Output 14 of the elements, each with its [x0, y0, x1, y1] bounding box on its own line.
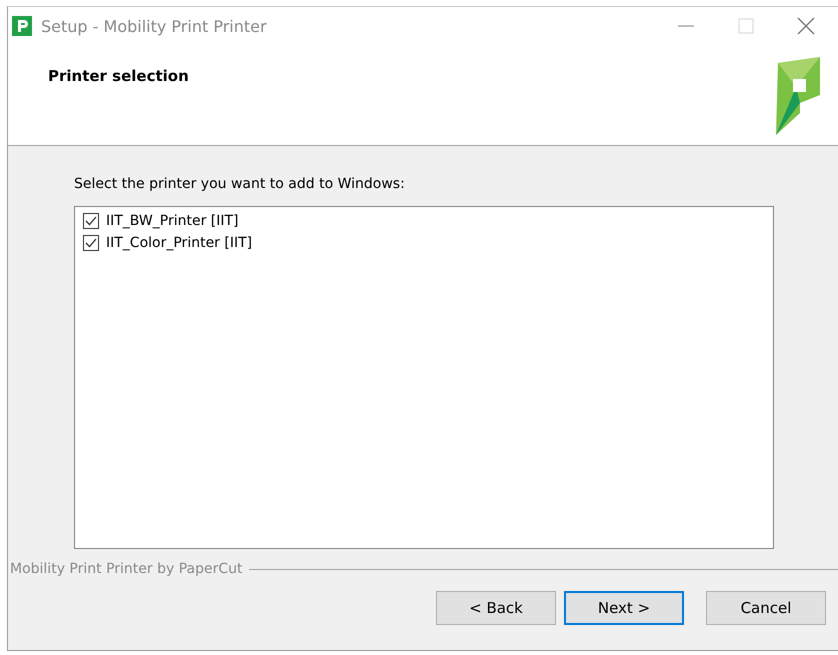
window-title: Setup - Mobility Print Printer — [41, 16, 268, 36]
branding-caption: Mobility Print Printer by PaperCut — [10, 561, 243, 577]
instruction-text: Select the printer you want to add to Windows: — [74, 176, 406, 192]
checkbox[interactable] — [83, 235, 99, 251]
dialog-button[interactable]: < Back — [436, 591, 556, 625]
printer-label[interactable]: IIT_BW_Printer [IIT] — [106, 213, 239, 229]
logo-icon — [774, 57, 820, 135]
close-icon[interactable] — [796, 16, 816, 36]
app-icon — [12, 16, 32, 36]
printer-label[interactable]: IIT_Color_Printer [IIT] — [106, 235, 252, 251]
dialog-button[interactable]: Next > — [564, 591, 684, 625]
dialog-button[interactable]: Cancel — [706, 591, 826, 625]
page-title: Printer selection — [48, 67, 189, 87]
checkbox[interactable] — [83, 213, 99, 229]
